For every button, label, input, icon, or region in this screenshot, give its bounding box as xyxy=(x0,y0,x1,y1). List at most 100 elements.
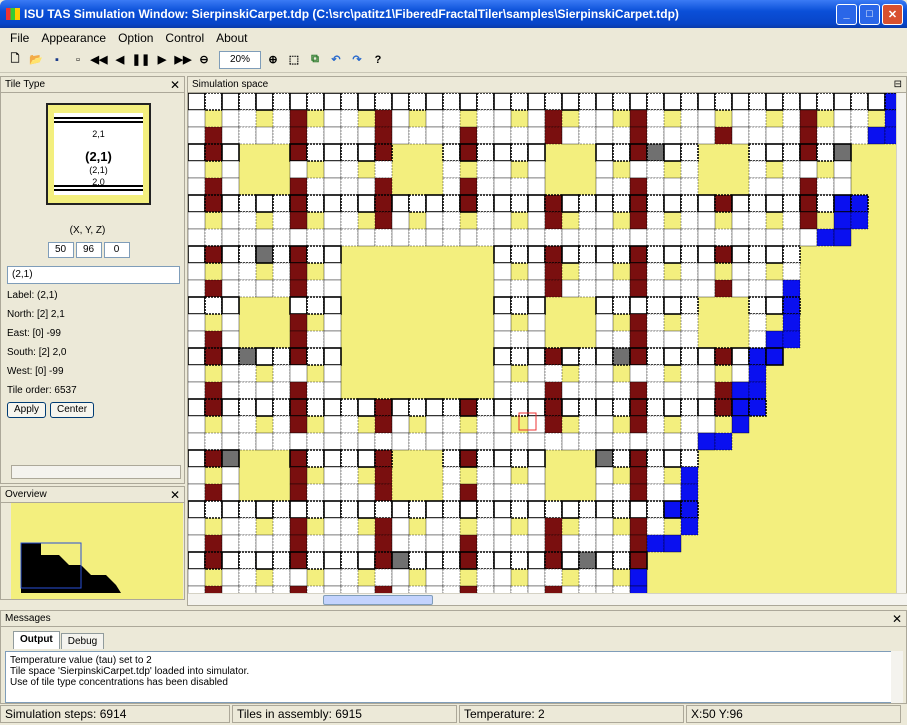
tile[interactable] xyxy=(731,109,750,128)
tile[interactable] xyxy=(323,245,342,264)
tile[interactable] xyxy=(459,143,478,162)
simulation-canvas[interactable] xyxy=(188,93,898,596)
tile[interactable] xyxy=(612,347,631,366)
tile[interactable] xyxy=(272,347,291,366)
tile[interactable] xyxy=(782,126,801,145)
tile[interactable] xyxy=(391,194,410,213)
tile[interactable] xyxy=(289,296,308,315)
tile[interactable] xyxy=(289,177,308,196)
tile[interactable] xyxy=(289,347,308,366)
tile[interactable] xyxy=(204,534,223,553)
tile[interactable] xyxy=(221,211,240,230)
tile[interactable] xyxy=(289,517,308,536)
tile[interactable] xyxy=(188,228,206,247)
tile[interactable] xyxy=(629,568,648,587)
tile[interactable] xyxy=(663,483,682,502)
tile[interactable] xyxy=(374,228,393,247)
tile[interactable] xyxy=(425,109,444,128)
tile[interactable] xyxy=(612,245,631,264)
tile[interactable] xyxy=(697,432,716,451)
tile[interactable] xyxy=(442,415,461,434)
zoom-level-field[interactable]: 20% xyxy=(219,50,261,69)
tile[interactable] xyxy=(697,279,716,298)
tile[interactable] xyxy=(221,415,240,434)
tile[interactable] xyxy=(442,466,461,485)
tile[interactable] xyxy=(646,330,665,349)
tile[interactable] xyxy=(680,364,699,383)
tile[interactable] xyxy=(527,228,546,247)
tile[interactable] xyxy=(306,330,325,349)
tile[interactable] xyxy=(612,534,631,553)
tile[interactable] xyxy=(527,143,546,162)
tile[interactable] xyxy=(221,347,240,366)
tile[interactable] xyxy=(561,500,580,519)
tile[interactable] xyxy=(188,449,206,468)
tile[interactable] xyxy=(272,194,291,213)
tile[interactable] xyxy=(527,313,546,332)
menu-appearance[interactable]: Appearance xyxy=(35,31,112,45)
tile[interactable] xyxy=(493,109,512,128)
tile[interactable] xyxy=(578,245,597,264)
tile[interactable] xyxy=(238,93,257,111)
tile[interactable] xyxy=(544,109,563,128)
tile[interactable] xyxy=(646,194,665,213)
tile[interactable] xyxy=(289,551,308,570)
tile[interactable] xyxy=(476,432,495,451)
tile[interactable] xyxy=(188,296,206,315)
tile[interactable] xyxy=(306,228,325,247)
tile[interactable] xyxy=(357,534,376,553)
tile[interactable] xyxy=(799,109,818,128)
tile[interactable] xyxy=(782,228,801,247)
tile[interactable] xyxy=(425,398,444,417)
tile[interactable] xyxy=(289,483,308,502)
tile[interactable] xyxy=(782,194,801,213)
tile[interactable] xyxy=(442,568,461,587)
tile[interactable] xyxy=(629,347,648,366)
tile[interactable] xyxy=(595,177,614,196)
save-as-icon[interactable]: ▫ xyxy=(69,51,87,69)
tile[interactable] xyxy=(272,517,291,536)
zoom-in-icon[interactable]: ⊕ xyxy=(264,51,282,69)
tile[interactable] xyxy=(289,279,308,298)
tile[interactable] xyxy=(595,500,614,519)
tile[interactable] xyxy=(408,126,427,145)
tile[interactable] xyxy=(493,517,512,536)
tile[interactable] xyxy=(221,279,240,298)
tile[interactable] xyxy=(731,211,750,230)
tile[interactable] xyxy=(255,500,274,519)
tile[interactable] xyxy=(680,449,699,468)
tile[interactable] xyxy=(833,228,852,247)
tile[interactable] xyxy=(255,228,274,247)
tile[interactable] xyxy=(188,347,206,366)
tile[interactable] xyxy=(663,432,682,451)
tile[interactable] xyxy=(340,466,359,485)
tile[interactable] xyxy=(816,194,835,213)
tile[interactable] xyxy=(289,568,308,587)
simulation-vscrollbar[interactable] xyxy=(896,93,906,596)
tile[interactable] xyxy=(374,449,393,468)
tile[interactable] xyxy=(544,93,563,111)
tile[interactable] xyxy=(459,194,478,213)
tile[interactable] xyxy=(646,262,665,281)
tile[interactable] xyxy=(510,143,529,162)
tile[interactable] xyxy=(527,194,546,213)
tile[interactable] xyxy=(833,211,852,230)
tile[interactable] xyxy=(408,194,427,213)
tile[interactable] xyxy=(272,432,291,451)
tile[interactable] xyxy=(799,160,818,179)
tile[interactable] xyxy=(221,551,240,570)
tile[interactable] xyxy=(221,126,240,145)
tile[interactable] xyxy=(272,279,291,298)
tile[interactable] xyxy=(238,432,257,451)
tile[interactable] xyxy=(527,160,546,179)
tile[interactable] xyxy=(289,313,308,332)
tile[interactable] xyxy=(221,381,240,400)
tile[interactable] xyxy=(697,398,716,417)
tile[interactable] xyxy=(238,126,257,145)
tile[interactable] xyxy=(357,398,376,417)
tile[interactable] xyxy=(663,93,682,111)
tile[interactable] xyxy=(255,93,274,111)
tile[interactable] xyxy=(238,245,257,264)
tile[interactable] xyxy=(748,279,767,298)
tile[interactable] xyxy=(646,296,665,315)
